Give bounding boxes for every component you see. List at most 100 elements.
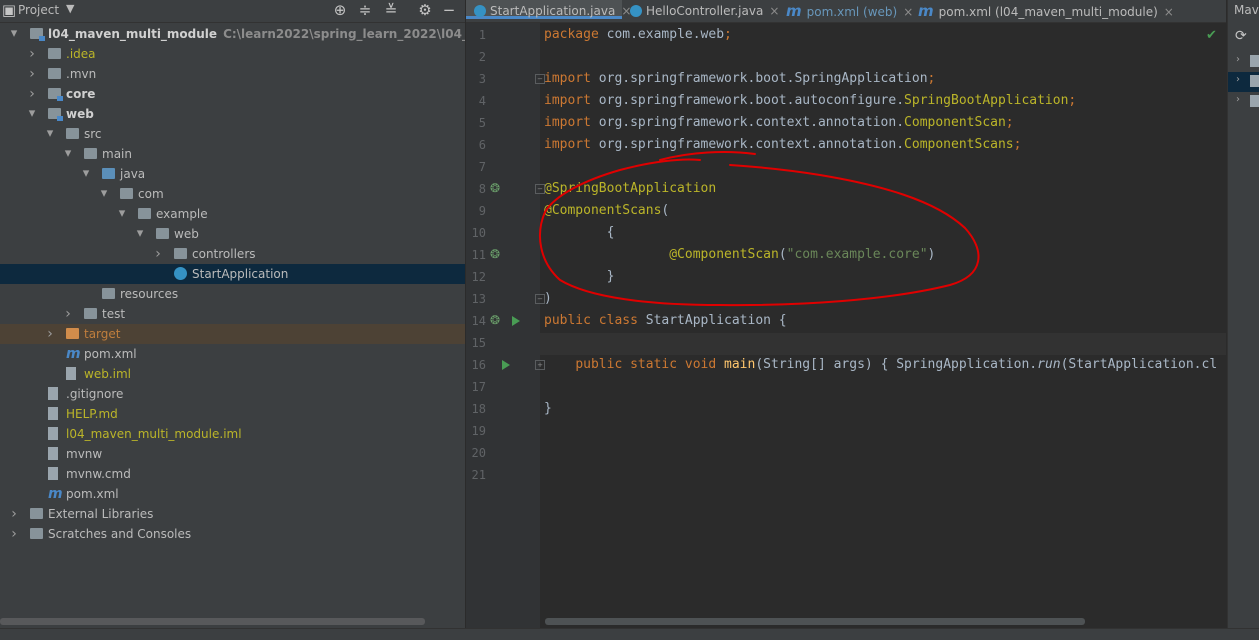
line-number: 1 bbox=[478, 28, 486, 42]
maven-project-row[interactable]: › bbox=[1228, 92, 1259, 112]
maven-project-row[interactable]: › bbox=[1228, 52, 1259, 72]
tree-item[interactable]: HELP.md bbox=[0, 404, 465, 424]
tree-item[interactable]: StartApplication bbox=[0, 264, 465, 284]
line-number: 14 bbox=[471, 314, 486, 328]
tree-item[interactable]: › core bbox=[0, 84, 465, 104]
chevron-right-icon[interactable]: › bbox=[62, 304, 74, 324]
spring-bean-icon[interactable]: ❂ bbox=[490, 313, 500, 327]
close-icon[interactable]: × bbox=[1164, 5, 1174, 19]
code-line[interactable]: @ComponentScan("com.example.core") bbox=[544, 244, 935, 266]
tree-item[interactable]: ▾ src bbox=[0, 124, 465, 144]
chevron-right-icon[interactable]: › bbox=[26, 84, 38, 104]
code-token: } bbox=[544, 269, 615, 284]
chevron-down-icon[interactable]: ▾ bbox=[134, 224, 146, 244]
tree-item[interactable]: mvnw.cmd bbox=[0, 464, 465, 484]
editor-tab[interactable]: m pom.xml (web) × bbox=[778, 0, 913, 22]
editor-tab[interactable]: m pom.xml (l04_maven_multi_module) × bbox=[910, 0, 1240, 22]
tree-item[interactable]: › target bbox=[0, 324, 465, 344]
fold-icon[interactable]: − bbox=[535, 74, 545, 84]
spring-bean-icon[interactable]: ❂ bbox=[490, 181, 500, 195]
run-icon[interactable] bbox=[502, 360, 510, 370]
tab-label: StartApplication.java bbox=[490, 4, 616, 18]
tree-item[interactable]: .gitignore bbox=[0, 384, 465, 404]
code-line[interactable]: import org.springframework.boot.autoconf… bbox=[544, 90, 1076, 112]
code-line[interactable]: @ComponentScans( bbox=[544, 200, 669, 222]
code-line[interactable]: public class StartApplication { bbox=[544, 310, 787, 332]
chevron-down-icon[interactable]: ▾ bbox=[62, 144, 74, 164]
code-line[interactable]: public static void main(String[] args) {… bbox=[544, 354, 1217, 376]
tree-item[interactable]: m pom.xml bbox=[0, 484, 465, 504]
chevron-right-icon[interactable]: › bbox=[152, 244, 164, 264]
chevron-down-icon[interactable]: ▾ bbox=[44, 124, 56, 144]
code-line[interactable]: import org.springframework.context.annot… bbox=[544, 134, 1021, 156]
tree-item[interactable]: ▾ main bbox=[0, 144, 465, 164]
code-line[interactable]: ) bbox=[544, 288, 552, 310]
editor-tab[interactable]: StartApplication.java × bbox=[466, 0, 631, 19]
code-line[interactable]: import org.springframework.boot.SpringAp… bbox=[544, 68, 935, 90]
tree-item[interactable]: ▾ web bbox=[0, 224, 465, 244]
chevron-down-icon[interactable]: ▾ bbox=[80, 164, 92, 184]
chevron-right-icon[interactable]: › bbox=[8, 504, 20, 524]
code-line[interactable]: @SpringBootApplication bbox=[544, 178, 716, 200]
spring-scan-icon[interactable]: ❂ bbox=[490, 247, 500, 261]
chevron-down-icon[interactable]: ▾ bbox=[26, 104, 38, 124]
maven-project-row[interactable]: › bbox=[1228, 72, 1259, 92]
tree-item[interactable]: l04_maven_multi_module.iml bbox=[0, 424, 465, 444]
tree-item[interactable]: ▾ example bbox=[0, 204, 465, 224]
project-panel-title[interactable]: Project bbox=[18, 3, 59, 17]
fold-icon[interactable]: − bbox=[535, 184, 545, 194]
folder-icon bbox=[48, 68, 61, 79]
chevron-down-icon[interactable]: ▾ bbox=[116, 204, 128, 224]
tree-item[interactable]: › controllers bbox=[0, 244, 465, 264]
chevron-right-icon[interactable]: › bbox=[26, 44, 38, 64]
chevron-right-icon[interactable]: › bbox=[26, 64, 38, 84]
gear-icon[interactable]: ⚙ bbox=[416, 1, 434, 19]
fold-icon[interactable]: − bbox=[535, 294, 545, 304]
tree-item[interactable]: › Scratches and Consoles bbox=[0, 524, 465, 544]
code-line[interactable]: } bbox=[544, 398, 552, 420]
code-token: @ComponentScans bbox=[544, 203, 662, 218]
expand-all-icon[interactable]: ≑ bbox=[356, 1, 374, 19]
maven-panel-title[interactable]: Mave bbox=[1234, 3, 1259, 17]
tree-item[interactable]: ▾ com bbox=[0, 184, 465, 204]
locate-icon[interactable]: ⊕ bbox=[331, 1, 349, 19]
tree-item[interactable]: ▾ java bbox=[0, 164, 465, 184]
tree-item[interactable]: ▾ l04_maven_multi_module C:\learn2022\spri… bbox=[0, 24, 465, 44]
tree-item[interactable]: m pom.xml bbox=[0, 344, 465, 364]
chevron-right-icon[interactable]: › bbox=[1236, 94, 1240, 105]
code-line[interactable]: } bbox=[544, 266, 615, 288]
code-token: } bbox=[544, 401, 552, 416]
chevron-down-icon[interactable]: ▾ bbox=[8, 24, 20, 44]
tree-item[interactable]: web.iml bbox=[0, 364, 465, 384]
tree-item[interactable]: ▾ web bbox=[0, 104, 465, 124]
tree-item-label: pom.xml bbox=[66, 487, 119, 501]
hide-icon[interactable]: − bbox=[440, 1, 458, 19]
chevron-down-icon[interactable]: ▾ bbox=[98, 184, 110, 204]
tab-label: pom.xml (l04_maven_multi_module) bbox=[938, 5, 1158, 19]
chevron-right-icon[interactable]: › bbox=[8, 524, 20, 544]
inspection-ok-icon[interactable]: ✔ bbox=[1206, 28, 1217, 43]
code-line[interactable]: { bbox=[544, 222, 615, 244]
chevron-right-icon[interactable]: › bbox=[1236, 54, 1240, 65]
tree-item[interactable]: › .idea bbox=[0, 44, 465, 64]
tree-item[interactable]: › test bbox=[0, 304, 465, 324]
chevron-down-icon[interactable]: ▼ bbox=[66, 2, 74, 15]
script-icon bbox=[48, 447, 58, 460]
run-icon[interactable] bbox=[512, 316, 520, 326]
reload-icon[interactable]: ⟳ bbox=[1235, 28, 1247, 44]
fold-icon[interactable]: + bbox=[535, 360, 545, 370]
maven-panel: Mave ⟳ › › › bbox=[1227, 0, 1259, 628]
project-horizontal-scrollbar[interactable] bbox=[0, 618, 425, 625]
editor-horizontal-scrollbar[interactable] bbox=[545, 618, 1085, 625]
tree-item[interactable]: › .mvn bbox=[0, 64, 465, 84]
chevron-right-icon[interactable]: › bbox=[44, 324, 56, 344]
code-line[interactable]: package com.example.web; bbox=[544, 24, 732, 46]
tree-item[interactable]: resources bbox=[0, 284, 465, 304]
tree-item[interactable]: › External Libraries bbox=[0, 504, 465, 524]
editor-tab[interactable]: HelloController.java × bbox=[622, 0, 779, 22]
tree-item[interactable]: mvnw bbox=[0, 444, 465, 464]
tree-item-label: StartApplication bbox=[192, 267, 289, 281]
chevron-right-icon[interactable]: › bbox=[1236, 74, 1240, 85]
collapse-all-icon[interactable]: ≚ bbox=[382, 1, 400, 19]
code-line[interactable]: import org.springframework.context.annot… bbox=[544, 112, 1014, 134]
